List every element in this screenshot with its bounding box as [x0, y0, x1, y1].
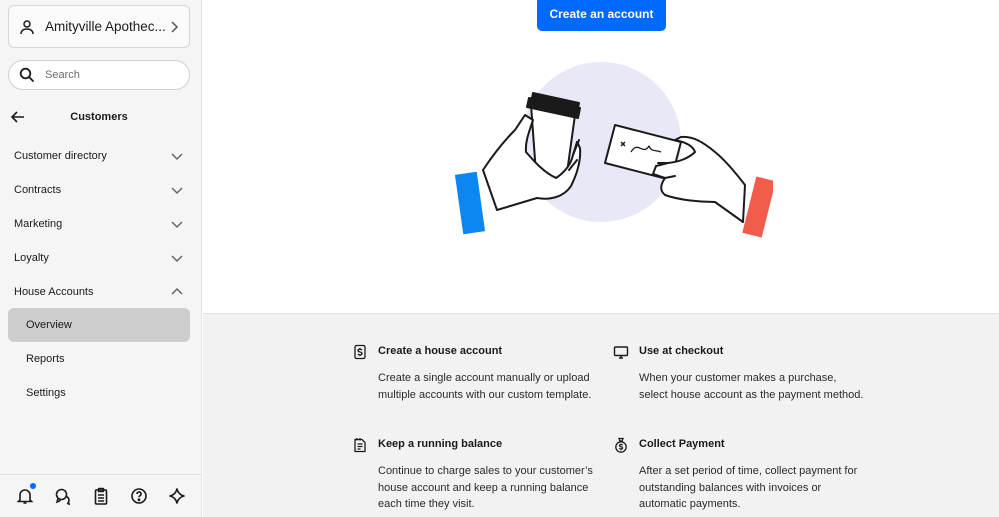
person-icon — [17, 17, 37, 37]
sub-item-overview[interactable]: Overview — [8, 308, 190, 342]
feature-title: Use at checkout — [639, 345, 724, 357]
monitor-icon — [613, 344, 629, 360]
nav-item-customer-directory[interactable]: Customer directory — [8, 139, 190, 173]
chevron-down-icon — [170, 183, 184, 197]
sub-item-label: Overview — [26, 319, 72, 331]
bell-icon[interactable] — [15, 483, 36, 506]
receipt-icon — [352, 344, 368, 360]
search-box[interactable] — [8, 60, 190, 90]
nav-item-label: House Accounts — [14, 286, 94, 298]
section-title: Customers — [70, 111, 128, 123]
search-icon — [19, 67, 35, 83]
nav-item-label: Contracts — [14, 184, 62, 196]
chevron-down-icon — [170, 217, 184, 231]
back-arrow-icon[interactable] — [10, 109, 26, 125]
chevron-down-icon — [170, 251, 184, 265]
search-input[interactable] — [45, 69, 175, 81]
sub-item-reports[interactable]: Reports — [8, 342, 190, 376]
chevron-down-icon — [170, 149, 184, 163]
sidebar: Amityville Apothec... Customers Customer… — [0, 0, 202, 517]
sidebar-bottom-bar — [0, 474, 202, 517]
nav-item-house-accounts[interactable]: House Accounts — [8, 275, 190, 309]
notification-dot — [30, 483, 36, 489]
chevron-up-icon — [170, 285, 184, 299]
features-section: Create a house account Create a single a… — [203, 313, 999, 517]
sub-item-label: Reports — [26, 353, 65, 365]
nav-item-contracts[interactable]: Contracts — [8, 173, 190, 207]
feature-create-house-account: Create a house account Create a single a… — [354, 344, 603, 403]
sparkle-icon[interactable] — [167, 486, 187, 506]
feature-title: Keep a running balance — [378, 438, 503, 450]
nav-item-label: Marketing — [14, 218, 63, 230]
help-icon[interactable] — [129, 486, 149, 506]
list-receipt-icon — [352, 437, 368, 453]
money-bag-icon — [613, 437, 629, 453]
nav-item-loyalty[interactable]: Loyalty — [8, 241, 190, 275]
feature-title: Create a house account — [378, 345, 503, 357]
nav-item-label: Loyalty — [14, 252, 49, 264]
feature-use-at-checkout: Use at checkout When your customer makes… — [613, 344, 864, 403]
feature-description: Continue to charge sales to your custome… — [378, 465, 593, 510]
hands-exchange-illustration — [454, 62, 773, 238]
chat-icon[interactable] — [53, 486, 73, 506]
nav-item-marketing[interactable]: Marketing — [8, 207, 190, 241]
sub-item-label: Settings — [26, 387, 66, 399]
clipboard-icon[interactable] — [91, 486, 111, 506]
location-switcher[interactable]: Amityville Apothec... — [8, 5, 190, 48]
feature-description: After a set period of time, collect paym… — [639, 465, 858, 510]
nav-item-label: Customer directory — [14, 150, 107, 162]
main-content: Create an account Create a house account… — [203, 0, 999, 517]
chevron-right-icon — [167, 20, 181, 34]
sub-item-settings[interactable]: Settings — [8, 376, 190, 410]
create-account-button[interactable]: Create an account — [537, 0, 666, 31]
feature-title: Collect Payment — [639, 438, 725, 450]
section-header: Customers — [8, 106, 190, 128]
feature-keep-running-balance: Keep a running balance Continue to charg… — [354, 437, 603, 513]
location-name: Amityville Apothec... — [45, 19, 166, 34]
feature-description: Create a single account manually or uplo… — [378, 372, 592, 401]
feature-description: When your customer makes a purchase, sel… — [639, 372, 864, 401]
feature-collect-payment: Collect Payment After a set period of ti… — [615, 437, 864, 513]
